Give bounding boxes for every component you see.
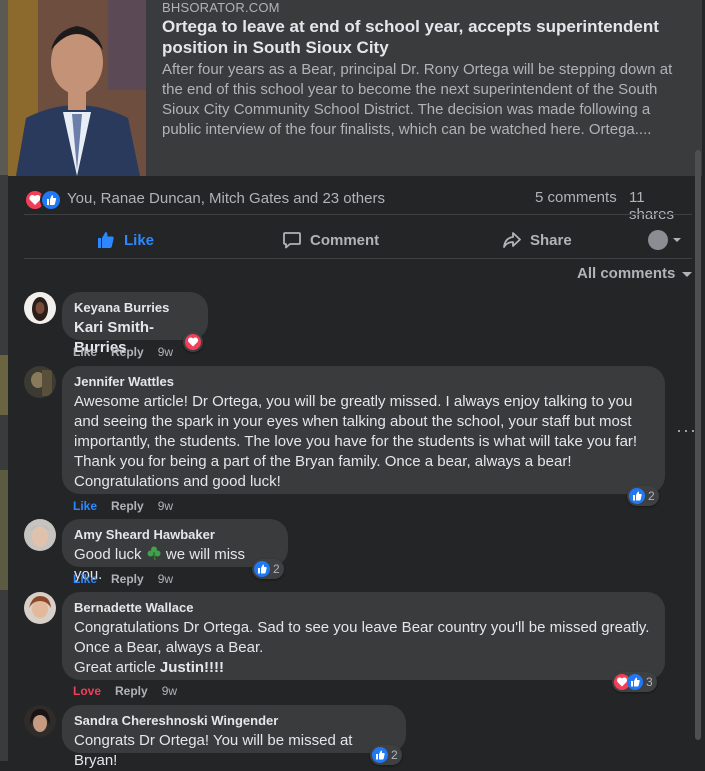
comment-timestamp[interactable]: 9w xyxy=(158,345,173,359)
comment-reactions[interactable]: 2 xyxy=(252,559,284,579)
comment-author[interactable]: Keyana Burries xyxy=(74,300,196,316)
reaction-count: 2 xyxy=(273,562,280,576)
article-thumbnail[interactable] xyxy=(8,0,146,176)
comment-text-part: Good luck xyxy=(74,546,142,563)
comment-like-button[interactable]: Like xyxy=(73,572,97,586)
shamrock-icon xyxy=(147,546,161,561)
reaction-icons[interactable] xyxy=(24,189,64,211)
comment-bubble: Keyana Burries Kari Smith-Burries xyxy=(62,292,208,356)
background-strip xyxy=(0,0,8,761)
comment-like-button[interactable]: Like xyxy=(73,499,97,513)
comment-button[interactable]: Comment xyxy=(282,228,705,252)
like-reaction-icon xyxy=(254,561,270,577)
like-label: Like xyxy=(124,231,155,249)
avatar[interactable] xyxy=(24,705,56,737)
comment-text-line: Great article Justin!!!! xyxy=(74,658,653,678)
thumbs-up-icon xyxy=(98,232,114,248)
comment-love-button[interactable]: Love xyxy=(73,684,101,698)
divider xyxy=(24,214,692,215)
comment-bubble: Sandra Chereshnoski Wingender Congrats D… xyxy=(62,705,406,769)
link-preview[interactable]: BHSORATOR.COM Ortega to leave at end of … xyxy=(8,0,702,176)
comment-timestamp[interactable]: 9w xyxy=(162,684,177,698)
comment-filter-label: All comments xyxy=(577,265,676,282)
avatar[interactable] xyxy=(24,366,56,398)
share-label: Share xyxy=(530,231,572,249)
comment-count[interactable]: 5 comments xyxy=(535,189,617,206)
comment-icon xyxy=(283,232,301,249)
avatar[interactable] xyxy=(24,292,56,324)
chevron-down-icon xyxy=(682,271,693,277)
comment-text: Awesome article! Dr Ortega, you will be … xyxy=(74,393,638,490)
mention-link[interactable]: Justin!!!! xyxy=(160,659,224,676)
comment-text-line: Once a Bear, always a Bear. xyxy=(74,639,264,656)
like-reaction-icon xyxy=(627,674,643,690)
comment-text-part: Great article xyxy=(74,659,156,676)
action-bar: Like Comment Share xyxy=(24,224,692,256)
comment-reactions[interactable]: 3 xyxy=(612,672,657,692)
comment-author[interactable]: Amy Sheard Hawbaker xyxy=(74,527,276,543)
comment-text-line: Congratulations Dr Ortega. Sad to see yo… xyxy=(74,619,650,636)
comment-text: Congratulations Dr Ortega. Sad to see yo… xyxy=(74,618,653,678)
share-icon xyxy=(503,232,521,248)
like-reaction-icon xyxy=(40,189,62,211)
comment-author[interactable]: Bernadette Wallace xyxy=(74,600,653,616)
like-button[interactable]: Like xyxy=(96,228,154,252)
reaction-summary: You, Ranae Duncan, Mitch Gates and 23 ot… xyxy=(24,186,692,223)
comment-meta: Like Reply 9w xyxy=(73,499,173,513)
article-domain: BHSORATOR.COM xyxy=(162,0,280,15)
comment-reactions[interactable] xyxy=(183,332,203,352)
comment-meta: Love Reply 9w xyxy=(73,684,177,698)
scrollbar[interactable] xyxy=(694,150,702,761)
comment-label: Comment xyxy=(310,231,380,249)
comment-like-button[interactable]: Like xyxy=(73,345,97,359)
reaction-count: 2 xyxy=(391,748,398,762)
audience-selector[interactable] xyxy=(648,228,682,252)
comment-reactions[interactable]: 2 xyxy=(370,745,402,765)
share-button[interactable]: Share xyxy=(502,228,572,252)
divider xyxy=(24,258,692,259)
comment-filter[interactable]: All comments xyxy=(577,265,693,282)
comment-bubble: Jennifer Wattles Awesome article! Dr Ort… xyxy=(62,366,665,494)
like-reaction-icon xyxy=(629,488,645,504)
avatar[interactable] xyxy=(24,519,56,551)
comment-author[interactable]: Jennifer Wattles xyxy=(74,374,653,390)
comment-meta: Like Reply 9w xyxy=(73,345,173,359)
comment-timestamp[interactable]: 9w xyxy=(158,499,173,513)
reaction-count: 3 xyxy=(646,675,653,689)
comment-reply-button[interactable]: Reply xyxy=(115,684,148,698)
chevron-down-icon xyxy=(673,238,681,242)
comment-reactions[interactable]: 2 xyxy=(627,486,659,506)
scrollbar-thumb[interactable] xyxy=(695,150,701,740)
comment-text: Congrats Dr Ortega! You will be missed a… xyxy=(74,732,353,769)
reactors-list[interactable]: You, Ranae Duncan, Mitch Gates and 23 ot… xyxy=(67,190,385,207)
comment-bubble: Bernadette Wallace Congratulations Dr Or… xyxy=(62,592,665,680)
share-count[interactable]: 11 shares xyxy=(629,189,692,223)
comment-bubble: Amy Sheard Hawbaker Good luck we will mi… xyxy=(62,519,288,583)
avatar[interactable] xyxy=(24,592,56,624)
avatar xyxy=(648,230,668,250)
comment-author[interactable]: Sandra Chereshnoski Wingender xyxy=(74,713,394,729)
comment-reply-button[interactable]: Reply xyxy=(111,572,144,586)
comment-reply-button[interactable]: Reply xyxy=(111,499,144,513)
article-title[interactable]: Ortega to leave at end of school year, a… xyxy=(162,16,692,58)
reaction-count: 2 xyxy=(648,489,655,503)
comment-meta: Like Reply 9w xyxy=(73,572,173,586)
love-reaction-icon xyxy=(185,334,201,350)
article-description: After four years as a Bear, principal Dr… xyxy=(162,61,673,138)
comment-reply-button[interactable]: Reply xyxy=(111,345,144,359)
comment-timestamp[interactable]: 9w xyxy=(158,572,173,586)
